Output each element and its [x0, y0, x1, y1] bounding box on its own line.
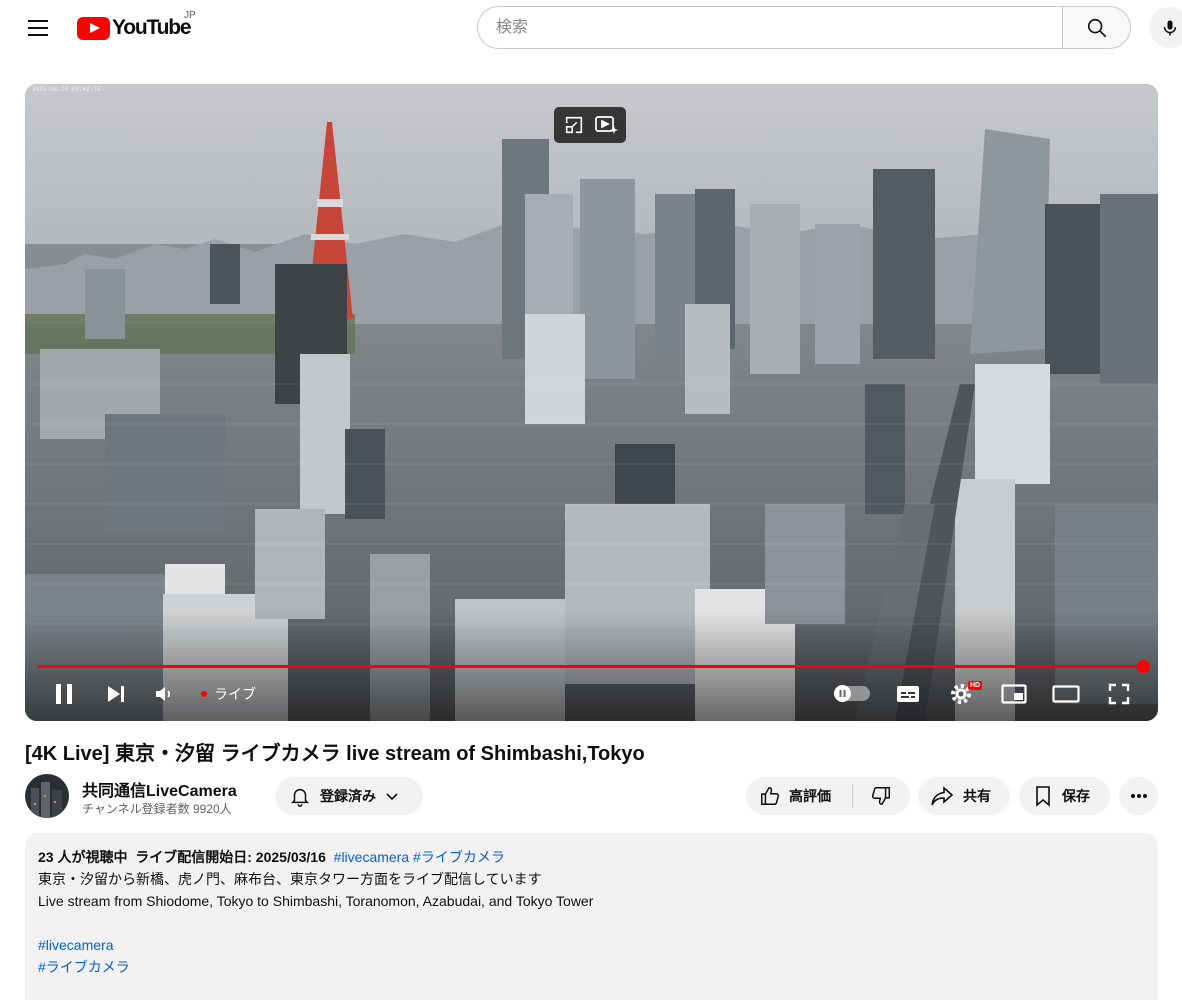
- save-label: 保存: [1062, 788, 1090, 804]
- next-button[interactable]: [101, 676, 131, 712]
- pause-button[interactable]: [49, 676, 79, 712]
- stream-start-date: ライブ配信開始日: 2025/03/16: [135, 849, 326, 865]
- masthead: YouTube JP: [0, 0, 1182, 56]
- share-button[interactable]: 共有: [918, 777, 1010, 815]
- theater-icon: [1052, 685, 1080, 703]
- pause-icon: [56, 684, 72, 704]
- meta-hashtag-livecamera[interactable]: #livecamera: [334, 849, 409, 865]
- share-icon: [931, 786, 954, 806]
- hamburger-icon: [28, 20, 48, 22]
- chevron-down-icon: [386, 793, 398, 801]
- like-dislike-group: 高評価: [746, 777, 910, 815]
- hd-badge: HD: [968, 681, 983, 690]
- search-input[interactable]: [477, 6, 1062, 49]
- collapse-player-button[interactable]: [560, 111, 588, 139]
- description-line-en: Live stream from Shiodome, Tokyo to Shim…: [38, 893, 594, 909]
- search-icon: [1087, 18, 1106, 37]
- like-label: 高評価: [789, 788, 831, 804]
- youtube-logo[interactable]: YouTube JP: [77, 10, 196, 43]
- fullscreen-icon: [1108, 683, 1130, 705]
- subscribed-button[interactable]: 登録済み: [275, 777, 423, 815]
- search-button[interactable]: [1062, 6, 1131, 49]
- microphone-icon: [1163, 20, 1176, 35]
- video-player[interactable]: 2025-04-24 09:02:34 ライブ HD: [25, 84, 1158, 721]
- thumbs-up-icon: [761, 787, 780, 805]
- youtube-play-icon: [77, 16, 110, 40]
- guide-menu-button[interactable]: [18, 8, 58, 48]
- ai-play-button[interactable]: [592, 111, 620, 139]
- toggle-knob: [834, 685, 851, 702]
- player-overlay-actions: [554, 107, 626, 143]
- search-box: [477, 6, 1131, 49]
- mute-button[interactable]: [149, 676, 179, 712]
- collapse-icon: [565, 116, 583, 134]
- dislike-button[interactable]: [853, 777, 909, 815]
- viewer-count: 23 人が視聴中: [38, 849, 128, 865]
- voice-search-button[interactable]: [1149, 7, 1182, 48]
- meta-hashtag-livecamera-jp[interactable]: #ライブカメラ: [413, 849, 505, 865]
- miniplayer-button[interactable]: [998, 676, 1030, 712]
- channel-avatar[interactable]: [25, 774, 69, 818]
- subscribed-label: 登録済み: [320, 788, 376, 804]
- bookmark-icon: [1036, 786, 1050, 807]
- description-meta: 23 人が視聴中 ライブ配信開始日: 2025/03/16 #livecamer…: [38, 846, 1145, 868]
- more-actions-button[interactable]: [1119, 777, 1158, 815]
- logo-text: YouTube: [112, 16, 192, 39]
- more-horizontal-icon: [1130, 794, 1147, 798]
- live-indicator[interactable]: ライブ: [201, 684, 256, 704]
- miniplayer-icon: [1001, 684, 1027, 704]
- subtitles-button[interactable]: [892, 676, 924, 712]
- channel-avatar-image: [25, 774, 69, 818]
- description-box[interactable]: 23 人が視聴中 ライブ配信開始日: 2025/03/16 #livecamer…: [25, 833, 1158, 1000]
- hashtag-livecamera-jp[interactable]: #ライブカメラ: [38, 956, 1145, 978]
- channel-name[interactable]: 共同通信LiveCamera: [82, 777, 237, 801]
- hashtag-livecamera[interactable]: #livecamera: [38, 934, 1145, 956]
- share-label: 共有: [963, 788, 991, 804]
- subtitles-icon: [897, 686, 919, 702]
- fullscreen-button[interactable]: [1103, 676, 1135, 712]
- live-dot-icon: [201, 691, 207, 697]
- bell-icon: [290, 788, 310, 807]
- progress-scrubber[interactable]: [1137, 660, 1150, 673]
- logo-region-code: JP: [184, 10, 196, 21]
- pause-small-icon: [839, 690, 846, 697]
- progress-played: [38, 665, 1144, 668]
- play-sparkle-icon: [595, 116, 618, 134]
- save-button[interactable]: 保存: [1019, 777, 1110, 815]
- subscriber-count: チャンネル登録者数 9920人: [82, 802, 232, 816]
- thumbs-down-icon: [871, 787, 890, 805]
- video-title: [4K Live] 東京・汐留 ライブカメラ live stream of Sh…: [25, 743, 645, 765]
- skip-next-icon: [108, 686, 124, 702]
- description-line-ja: 東京・汐留から新橋、虎ノ門、麻布台、東京タワー方面をライブ配信しています: [38, 871, 542, 887]
- theater-mode-button[interactable]: [1050, 676, 1082, 712]
- progress-bar[interactable]: [38, 665, 1144, 668]
- camera-timestamp: 2025-04-24 09:02:34: [32, 86, 101, 93]
- volume-icon: [156, 687, 171, 701]
- autoplay-toggle[interactable]: [834, 685, 870, 702]
- like-button[interactable]: 高評価: [746, 784, 853, 808]
- live-label: ライブ: [214, 686, 256, 702]
